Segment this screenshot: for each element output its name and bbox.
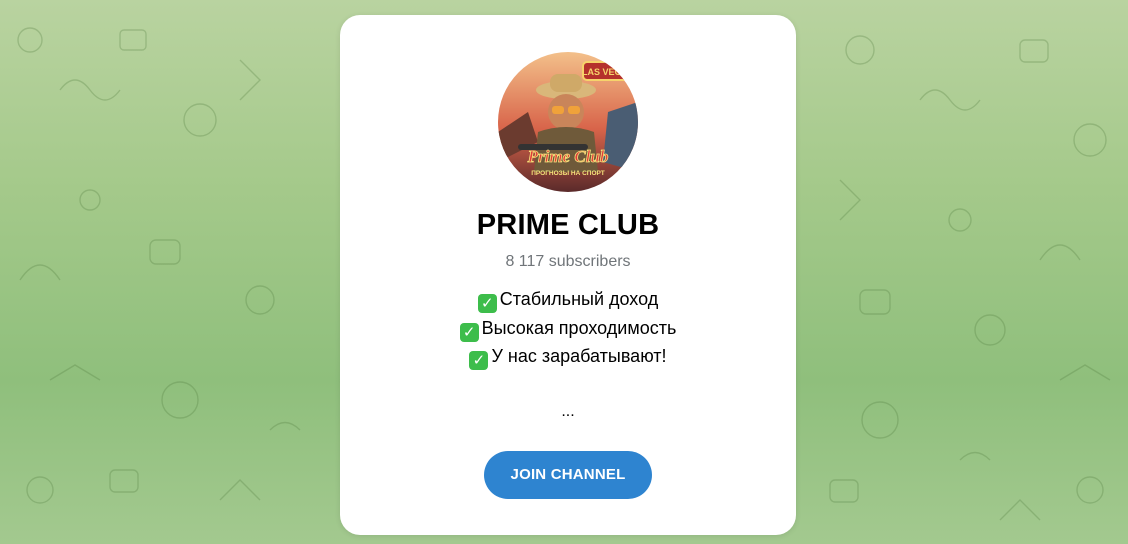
avatar-sign-text: LAS VEGAS <box>582 67 634 77</box>
channel-card: LAS VEGAS Prime Club ПРОГНОЗЫ НА СПОРТ P… <box>340 15 796 535</box>
avatar-image-icon: LAS VEGAS Prime Club ПРОГНОЗЫ НА СПОРТ <box>498 52 638 192</box>
description-ellipsis: ... <box>561 403 575 420</box>
check-mark-emoji-icon: ✓ <box>459 322 479 342</box>
description-text: Стабильный доход <box>499 289 659 309</box>
description-text: Высокая проходимость <box>481 317 677 338</box>
check-mark-emoji-icon: ✓ <box>477 294 497 313</box>
channel-description: ✓ Стабильный доход ✓ Высокая проходимость … <box>340 285 796 371</box>
description-text: У нас зарабатывают! <box>491 346 667 366</box>
description-line: ✓ Высокая проходимость <box>340 314 796 343</box>
check-mark-emoji-icon: ✓ <box>469 351 489 370</box>
description-line: ✓ У нас зарабатывают! <box>340 342 796 371</box>
avatar-logo-subtext: ПРОГНОЗЫ НА СПОРТ <box>531 170 605 177</box>
description-line: ✓ Стабильный доход <box>340 285 796 314</box>
channel-avatar[interactable]: LAS VEGAS Prime Club ПРОГНОЗЫ НА СПОРТ <box>498 52 638 192</box>
avatar-logo-text: Prime Club <box>527 147 609 166</box>
subscriber-count: 8 117 subscribers <box>505 253 631 270</box>
join-channel-button[interactable]: JOIN CHANNEL <box>484 451 652 499</box>
channel-title: PRIME CLUB <box>476 209 660 241</box>
